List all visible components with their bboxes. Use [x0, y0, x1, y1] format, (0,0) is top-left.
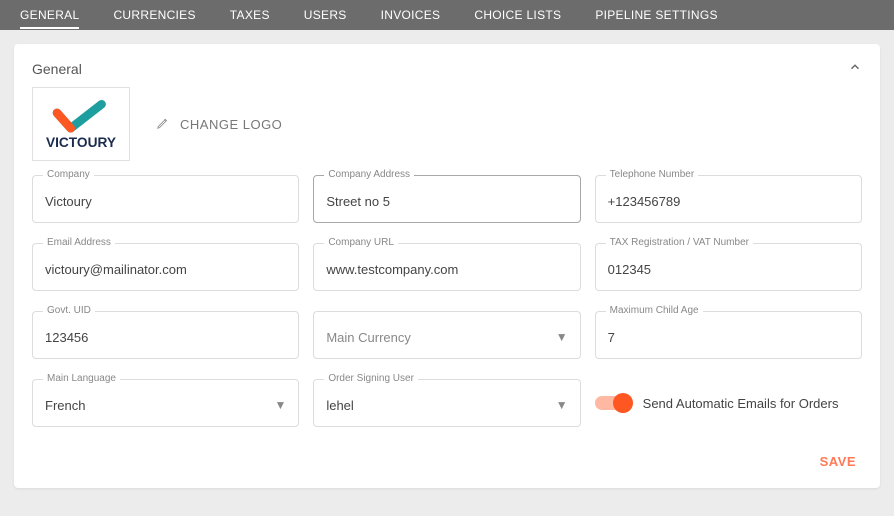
max-child-age-value: 7 [608, 330, 849, 345]
email-label: Email Address [43, 237, 115, 248]
govt-uid-value: 123456 [45, 330, 286, 345]
company-value: Victoury [45, 194, 286, 209]
company-address-label: Company Address [324, 169, 414, 180]
nav-tab-taxes[interactable]: TAXES [230, 1, 270, 29]
email-field[interactable]: Email Address victoury@mailinator.com [32, 243, 299, 291]
toggle-knob [613, 393, 633, 413]
main-currency-select[interactable]: Main Currency ▼ [313, 311, 580, 359]
vat-label: TAX Registration / VAT Number [606, 237, 753, 248]
company-url-label: Company URL [324, 237, 398, 248]
company-url-field[interactable]: Company URL www.testcompany.com [313, 243, 580, 291]
auto-emails-row: Send Automatic Emails for Orders [595, 379, 862, 427]
nav-tab-invoices[interactable]: INVOICES [381, 1, 441, 29]
change-logo-button[interactable]: CHANGE LOGO [156, 116, 282, 133]
telephone-field[interactable]: Telephone Number +123456789 [595, 175, 862, 223]
auto-emails-toggle[interactable] [595, 396, 631, 410]
chevron-down-icon: ▼ [556, 398, 568, 412]
vat-value: 012345 [608, 262, 849, 277]
company-label: Company [43, 169, 94, 180]
main-currency-placeholder: Main Currency [326, 330, 567, 345]
order-signing-user-select[interactable]: Order Signing User lehel ▼ [313, 379, 580, 427]
order-signing-user-label: Order Signing User [324, 373, 418, 384]
order-signing-user-value: lehel [326, 398, 567, 413]
chevron-down-icon: ▼ [556, 330, 568, 344]
max-child-age-label: Maximum Child Age [606, 305, 703, 316]
collapse-icon[interactable] [848, 60, 862, 77]
nav-tab-general[interactable]: GENERAL [20, 1, 79, 29]
company-field[interactable]: Company Victoury [32, 175, 299, 223]
change-logo-label: CHANGE LOGO [180, 117, 282, 132]
vat-field[interactable]: TAX Registration / VAT Number 012345 [595, 243, 862, 291]
nav-tab-currencies[interactable]: CURRENCIES [113, 1, 195, 29]
save-button[interactable]: SAVE [814, 453, 862, 470]
email-value: victoury@mailinator.com [45, 262, 286, 277]
company-url-value: www.testcompany.com [326, 262, 567, 277]
telephone-value: +123456789 [608, 194, 849, 209]
main-language-value: French [45, 398, 286, 413]
company-address-value: Street no 5 [326, 194, 567, 209]
govt-uid-field[interactable]: Govt. UID 123456 [32, 311, 299, 359]
pencil-icon [156, 116, 170, 133]
card-title: General [32, 61, 82, 77]
nav-tab-choice-lists[interactable]: CHOICE LISTS [474, 1, 561, 29]
main-language-label: Main Language [43, 373, 120, 384]
govt-uid-label: Govt. UID [43, 305, 95, 316]
top-nav: GENERAL CURRENCIES TAXES USERS INVOICES … [0, 0, 894, 30]
nav-tab-pipeline-settings[interactable]: PIPELINE SETTINGS [595, 1, 717, 29]
telephone-label: Telephone Number [606, 169, 699, 180]
company-logo: VICTOURY [32, 87, 130, 161]
auto-emails-label: Send Automatic Emails for Orders [643, 396, 839, 411]
logo-text: VICTOURY [46, 135, 116, 150]
max-child-age-field[interactable]: Maximum Child Age 7 [595, 311, 862, 359]
main-language-select[interactable]: Main Language French ▼ [32, 379, 299, 427]
company-address-field[interactable]: Company Address Street no 5 [313, 175, 580, 223]
chevron-down-icon: ▼ [274, 398, 286, 412]
nav-tab-users[interactable]: USERS [304, 1, 347, 29]
general-card: General VICTOURY CHANGE LOGO [14, 44, 880, 488]
